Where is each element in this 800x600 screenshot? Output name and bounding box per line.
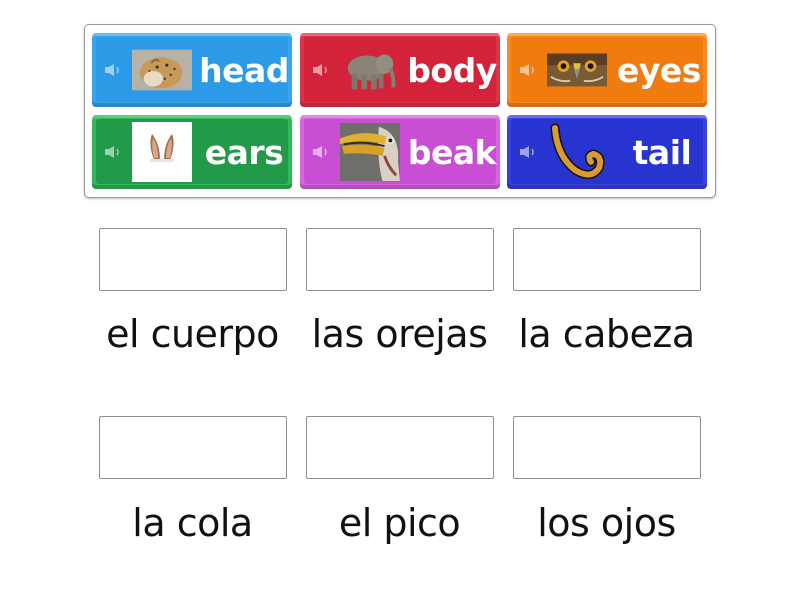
drop-box-la-cola[interactable]: [99, 416, 287, 479]
tile-word: tail: [632, 132, 692, 172]
target-label: el cuerpo: [106, 312, 279, 356]
tile-word: head: [199, 50, 289, 90]
target-label: los ojos: [537, 501, 676, 545]
tile-word: beak: [407, 132, 497, 172]
elephant-image: [340, 40, 400, 100]
drop-box-la-cabeza[interactable]: [513, 228, 701, 291]
leopard-tail-image: [547, 122, 613, 182]
speaker-icon[interactable]: [519, 63, 539, 77]
target-label: la cabeza: [518, 312, 695, 356]
speaker-icon[interactable]: [104, 63, 124, 77]
tile-word: ears: [204, 132, 284, 172]
tile-head[interactable]: head: [92, 33, 292, 107]
speaker-icon[interactable]: [312, 63, 332, 77]
target-label: las orejas: [311, 312, 488, 356]
hornbill-beak-image: [340, 122, 400, 182]
target-label: el pico: [338, 501, 461, 545]
rabbit-ears-image: [132, 122, 192, 182]
target-label: la cola: [132, 501, 253, 545]
tile-body[interactable]: body: [300, 33, 500, 107]
speaker-icon[interactable]: [519, 145, 539, 159]
drop-box-los-ojos[interactable]: [513, 416, 701, 479]
tile-beak[interactable]: beak: [300, 115, 500, 189]
tile-eyes[interactable]: eyes: [507, 33, 707, 107]
drop-box-las-orejas[interactable]: [306, 228, 494, 291]
drop-box-el-cuerpo[interactable]: [99, 228, 287, 291]
cheetah-head-image: [132, 40, 192, 100]
drop-box-el-pico[interactable]: [306, 416, 494, 479]
tile-word: eyes: [617, 50, 701, 90]
hawk-eyes-image: [547, 40, 607, 100]
speaker-icon[interactable]: [104, 145, 124, 159]
speaker-icon[interactable]: [312, 145, 332, 159]
tile-tail[interactable]: tail: [507, 115, 707, 189]
tile-ears[interactable]: ears: [92, 115, 292, 189]
tile-word: body: [407, 50, 497, 90]
